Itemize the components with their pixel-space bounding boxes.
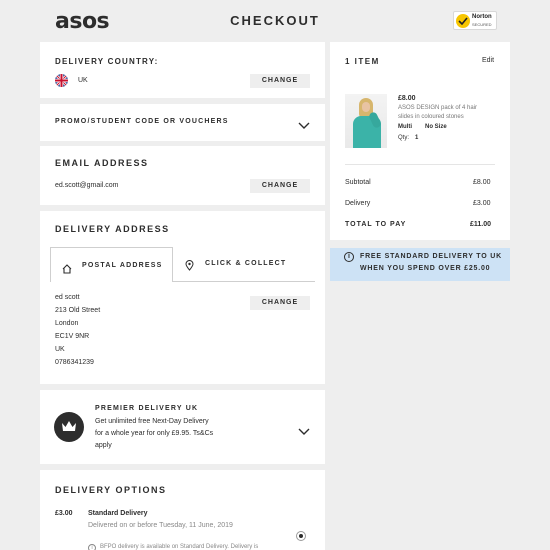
premier-delivery-panel[interactable]: PREMIER DELIVERY UK Get unlimited free N… (40, 390, 325, 464)
location-pin-icon (185, 258, 194, 276)
tab-postal-label: POSTAL ADDRESS (82, 262, 163, 269)
free-delivery-banner: i FREE STANDARD DELIVERY TO UK WHEN YOU … (330, 248, 510, 281)
address-line: London (55, 320, 79, 327)
delivery-option-eta: Delivered on or before Tuesday, 11 June,… (88, 522, 233, 529)
promo-panel[interactable]: PROMO/STUDENT CODE OR VOUCHERS (40, 104, 325, 141)
delivery-address-panel: DELIVERY ADDRESS POSTAL ADDRESS CLICK & … (40, 211, 325, 384)
tab-click-label: CLICK & COLLECT (205, 260, 287, 267)
norton-name: Norton (472, 14, 492, 20)
info-icon: i (88, 544, 96, 550)
banner-line: WHEN YOU SPEND OVER £25.00 (360, 265, 491, 272)
change-country-button[interactable]: CHANGE (250, 74, 310, 88)
total-label: TOTAL TO PAY (345, 221, 407, 228)
delivery-option-price: £3.00 (55, 510, 73, 517)
delivery-country-panel: DELIVERY COUNTRY: UK CHANGE (40, 42, 325, 98)
premier-line: Get unlimited free Next-Day Delivery (95, 418, 209, 425)
subtotal-value: £8.00 (473, 179, 491, 186)
address-line: EC1V 9NR (55, 333, 90, 340)
email-value: ed.scott@gmail.com (55, 182, 119, 189)
divider (345, 164, 495, 165)
info-icon: i (344, 252, 354, 262)
product-price: £8.00 (398, 95, 416, 102)
delivery-option-name: Standard Delivery (88, 510, 148, 517)
product-size: No Size (425, 124, 447, 130)
change-address-button[interactable]: CHANGE (250, 296, 310, 310)
total-value: £11.00 (470, 221, 492, 228)
delivery-country-title: DELIVERY COUNTRY: (55, 57, 159, 66)
norton-check-icon (456, 14, 470, 28)
bag-title: 1 ITEM (345, 57, 380, 66)
crown-icon (54, 412, 84, 442)
product-desc-line: slides in coloured stones (398, 114, 464, 120)
premier-title: PREMIER DELIVERY UK (95, 405, 199, 412)
tab-postal-address[interactable]: POSTAL ADDRESS (50, 247, 173, 282)
delivery-value: £3.00 (473, 200, 491, 207)
premier-line: for a whole year for only £9.95. Ts&Cs (95, 430, 214, 437)
header: asos CHECKOUT Norton SECURED (0, 0, 550, 42)
delivery-label: Delivery (345, 200, 371, 207)
home-icon (62, 261, 72, 279)
email-panel: EMAIL ADDRESS ed.scott@gmail.com CHANGE (40, 146, 325, 205)
address-line: ed scott (55, 294, 80, 301)
delivery-option-note: BFPO delivery is available on Standard D… (100, 544, 259, 550)
bag-summary-panel: 1 ITEM Edit £8.00 ASOS DESIGN pack of 4 … (330, 42, 510, 240)
product-colour: Multi (398, 124, 412, 130)
address-line: 213 Old Street (55, 307, 101, 314)
email-title: EMAIL ADDRESS (55, 158, 149, 168)
product-image[interactable] (345, 94, 387, 148)
delivery-options-title: DELIVERY OPTIONS (55, 485, 167, 495)
delivery-option-radio[interactable] (296, 531, 306, 541)
chevron-down-icon[interactable] (298, 423, 310, 441)
tab-click-collect[interactable]: CLICK & COLLECT (173, 247, 315, 282)
edit-bag-link[interactable]: Edit (482, 57, 494, 64)
change-email-button[interactable]: CHANGE (250, 179, 310, 193)
address-line: 0786341239 (55, 359, 94, 366)
chevron-down-icon[interactable] (298, 117, 310, 135)
norton-badge: Norton SECURED (453, 11, 497, 30)
premier-line: apply (95, 442, 112, 449)
product-desc-line: ASOS DESIGN pack of 4 hair (398, 105, 478, 111)
product-qty-label: Qty: (398, 135, 410, 141)
uk-flag-icon (55, 74, 68, 87)
subtotal-label: Subtotal (345, 179, 371, 186)
promo-title: PROMO/STUDENT CODE OR VOUCHERS (55, 118, 229, 125)
delivery-options-panel: DELIVERY OPTIONS £3.00 Standard Delivery… (40, 470, 325, 550)
country-value: UK (78, 77, 88, 84)
address-line: UK (55, 346, 65, 353)
product-qty: 1 (415, 135, 419, 141)
banner-line: FREE STANDARD DELIVERY TO UK (360, 253, 502, 260)
radio-selected-dot (299, 534, 303, 538)
norton-sub: SECURED (472, 22, 492, 27)
delivery-address-title: DELIVERY ADDRESS (55, 224, 170, 234)
